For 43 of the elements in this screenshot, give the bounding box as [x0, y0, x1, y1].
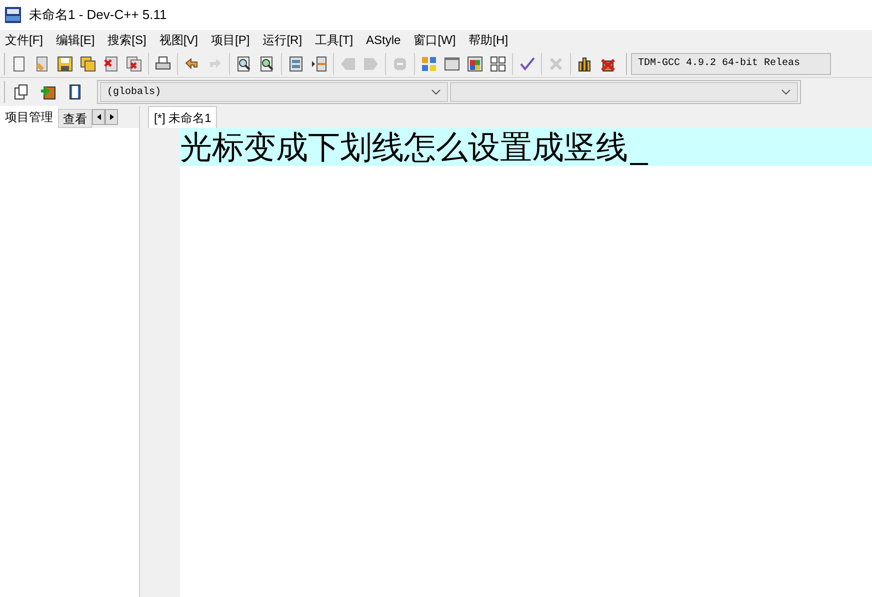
arrow-left-icon[interactable]: [184, 56, 200, 72]
window-title: 未命名1 - Dev-C++ 5.11: [29, 6, 167, 24]
magnifier-icon[interactable]: [259, 56, 275, 72]
magnifier-icon[interactable]: [236, 56, 252, 72]
pages-x-icon[interactable]: [126, 56, 142, 72]
chevron-down-icon: [781, 89, 791, 95]
scroll-left-button[interactable]: [92, 109, 105, 125]
chevron-down-icon: [431, 89, 441, 95]
text-cursor: [630, 163, 648, 165]
menu-item[interactable]: 文件[F]: [0, 31, 48, 49]
menu-item[interactable]: AStyle: [361, 31, 406, 49]
app-icon: [5, 7, 21, 23]
menu-item[interactable]: 帮助[H]: [464, 31, 514, 49]
grid-icon[interactable]: [490, 56, 506, 72]
menu-item[interactable]: 视图[V]: [154, 31, 204, 49]
menu-item[interactable]: 运行[R]: [258, 31, 308, 49]
book-icon[interactable]: [67, 84, 83, 100]
page-x-icon[interactable]: [103, 56, 119, 72]
caret-right-icon: [110, 114, 114, 120]
plus-icon[interactable]: [40, 84, 56, 100]
floppy-disks-icon[interactable]: [80, 56, 96, 72]
blank-page-icon[interactable]: [11, 56, 27, 72]
scope-dropdown[interactable]: (globals): [100, 82, 448, 102]
bar-chart-icon[interactable]: [577, 56, 593, 72]
menu-item[interactable]: 窗口[W]: [408, 31, 461, 49]
grid-icon[interactable]: [467, 56, 483, 72]
printer-icon[interactable]: [155, 56, 171, 72]
menu-item[interactable]: 工具[T]: [310, 31, 358, 49]
menu-item[interactable]: 搜索[S]: [102, 31, 152, 49]
window-icon[interactable]: [444, 56, 460, 72]
pages-icon[interactable]: [13, 84, 29, 100]
scroll-right-button[interactable]: [105, 109, 118, 125]
page-icon[interactable]: [34, 56, 50, 72]
code-line: 光标变成下划线怎么设置成竖线: [180, 128, 628, 166]
dropdown-value: (globals): [107, 86, 162, 100]
caret-left-icon: [96, 114, 100, 120]
panel-tab[interactable]: 查看: [58, 109, 92, 128]
compiler-dropdown[interactable]: TDM-GCC 4.9.2 64-bit Releas: [631, 52, 831, 74]
menu-item[interactable]: 项目[P]: [206, 31, 255, 49]
menu-item[interactable]: 编辑[E]: [51, 31, 100, 49]
panel-tab[interactable]: 项目管理: [0, 106, 58, 128]
editor-tab[interactable]: [*] 未命名1: [148, 106, 218, 128]
check-icon[interactable]: [519, 56, 535, 72]
